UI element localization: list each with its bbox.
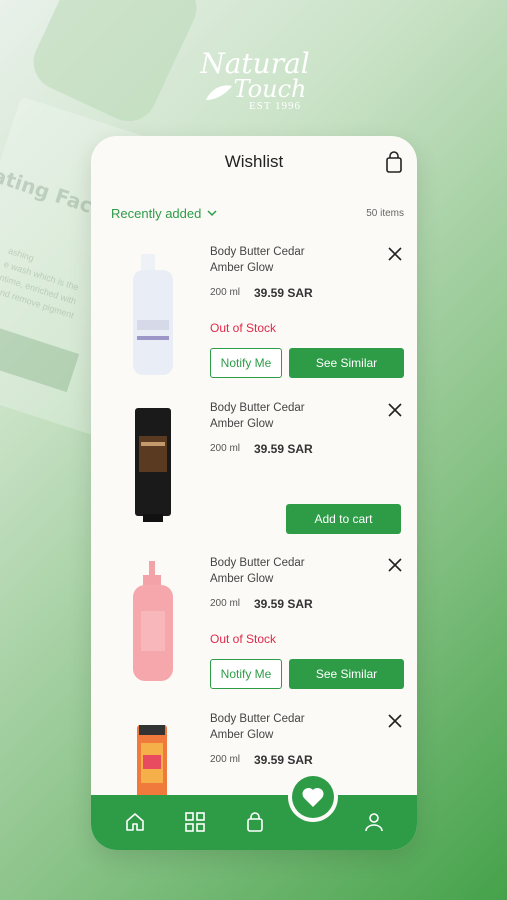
product-size: 200 ml [210,598,241,609]
product-name[interactable]: Body Butter Cedar Amber Glow [210,711,320,743]
product-name[interactable]: Body Butter Cedar Amber Glow [210,244,320,276]
see-similar-button[interactable]: See Similar [289,659,404,689]
notify-me-button[interactable]: Notify Me [210,348,282,378]
page-title: Wishlist [224,152,284,171]
add-to-cart-button[interactable]: Add to cart [286,504,401,534]
product-image[interactable] [105,240,201,380]
close-icon[interactable] [387,402,403,418]
item-count: 50 items [366,208,404,219]
notify-me-button[interactable]: Notify Me [210,659,282,689]
bottom-nav [91,795,417,850]
brand-logo: Natural Touch EST 1996 [190,47,320,113]
stock-status: Out of Stock [210,321,277,335]
list-item: Body Butter Cedar Amber Glow 200 ml 39.5… [91,392,417,542]
black-tube [135,408,171,522]
grid-icon[interactable] [184,811,206,833]
bg-description: ashing e wash which is the ntime, enrich… [0,245,80,321]
stock-status: Out of Stock [210,632,277,646]
home-icon[interactable] [124,811,146,833]
user-icon[interactable] [363,811,385,833]
product-image[interactable] [105,396,201,536]
product-name[interactable]: Body Butter Cedar Amber Glow [210,555,320,587]
list-item: Body Butter Cedar Amber Glow 200 ml 39.5… [91,547,417,697]
close-icon[interactable] [387,557,403,573]
sort-bar: Recently added 50 items [91,202,417,226]
product-size: 200 ml [210,754,241,765]
header: Wishlist [91,136,417,190]
white-lotion-bottle [133,254,173,375]
product-price: 39.59 SAR [254,442,313,456]
shopping-bag-icon[interactable] [385,151,403,173]
product-image[interactable] [105,551,201,691]
product-size: 200 ml [210,443,241,454]
product-name[interactable]: Body Butter Cedar Amber Glow [210,400,320,432]
heart-icon [302,787,324,807]
chevron-down-icon [207,210,217,217]
product-price: 39.59 SAR [254,753,313,767]
sort-label: Recently added [111,206,202,221]
see-similar-button[interactable]: See Similar [289,348,404,378]
close-icon[interactable] [387,246,403,262]
close-icon[interactable] [387,713,403,729]
bag-icon[interactable] [244,811,266,833]
leaf-icon [206,85,232,100]
bg-button [0,327,80,393]
wishlist-screen: Wishlist Recently added 50 items Body Bu… [91,136,417,850]
product-size: 200 ml [210,287,241,298]
product-price: 39.59 SAR [254,286,313,300]
list-item: Body Butter Cedar Amber Glow 200 ml 39.5… [91,236,417,386]
brand-name-line2: Touch [233,75,307,103]
sort-dropdown[interactable]: Recently added [111,206,217,221]
bg-product-tube [24,0,206,131]
wishlist-fab-button[interactable] [292,776,334,818]
pink-pump-bottle [133,561,173,681]
brand-name-line1: Natural [200,47,310,80]
product-price: 39.59 SAR [254,597,313,611]
